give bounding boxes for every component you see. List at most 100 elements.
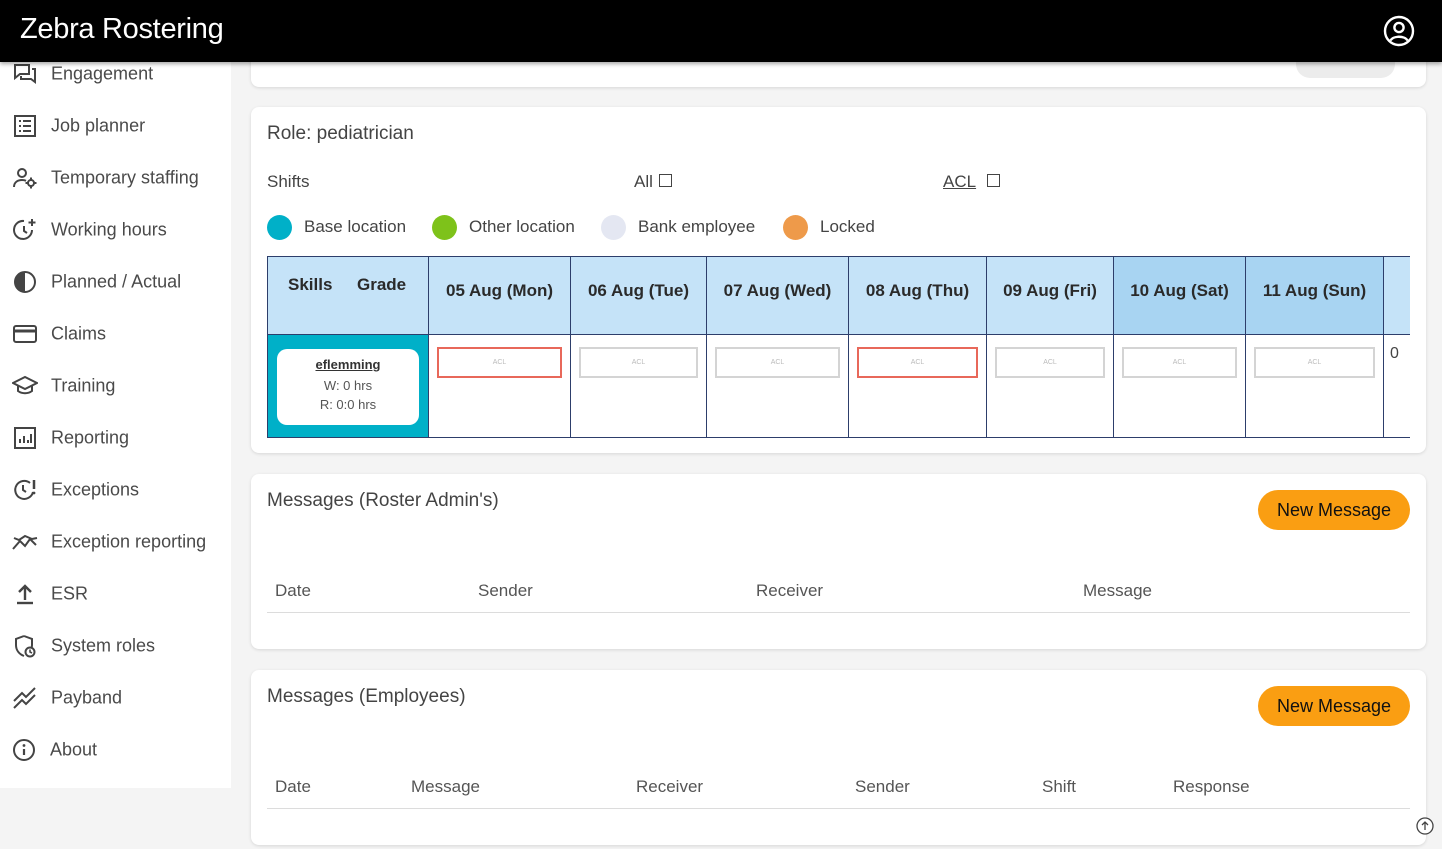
shift-slot[interactable]: ACL — [579, 347, 698, 378]
sidebar-item-exceptions[interactable]: Exceptions — [0, 464, 231, 516]
employee-cell: eflemming W: 0 hrs R: 0:0 hrs — [268, 335, 429, 437]
exceptions-icon — [12, 477, 38, 503]
all-checkbox[interactable] — [659, 174, 672, 187]
sidebar-item-payband[interactable]: Payband — [0, 672, 231, 724]
legend-label: Other location — [469, 217, 575, 236]
sidebar-item-training[interactable]: Training — [0, 360, 231, 412]
engagement-icon — [12, 61, 38, 87]
sidebar-item-label: Job planner — [51, 115, 146, 136]
sidebar-item-claims[interactable]: Claims — [0, 308, 231, 360]
shift-slot[interactable]: ACL — [715, 347, 840, 378]
day-header-label: 10 Aug (Sat) — [1130, 281, 1229, 300]
column-header-date[interactable]: Date — [275, 581, 311, 601]
base-location-dot — [267, 215, 292, 240]
column-header-sender[interactable]: Sender — [855, 777, 910, 797]
job-planner-icon — [12, 113, 38, 139]
training-icon — [10, 373, 40, 399]
employee-name-link[interactable]: eflemming — [277, 357, 419, 372]
column-header-date[interactable]: Date — [275, 777, 311, 797]
app-header: Zebra Rostering — [0, 0, 1442, 62]
claims-icon — [12, 321, 38, 347]
shift-cell: ACL — [571, 335, 707, 437]
sidebar-item-label: Payband — [51, 687, 123, 708]
esr-icon — [12, 581, 38, 607]
sidebar-item-label: About — [50, 739, 98, 760]
sidebar-item-system-roles[interactable]: System roles — [0, 620, 231, 672]
employee-new-message-button[interactable]: New Message — [1258, 686, 1410, 726]
column-header-response[interactable]: Response — [1173, 777, 1250, 797]
shift-slot[interactable]: ACL — [437, 347, 562, 378]
sidebar-item-label: Planned / Actual — [51, 271, 182, 292]
legend-label: Base location — [304, 217, 407, 236]
acl-checkbox[interactable] — [987, 174, 1000, 187]
column-header-shift[interactable]: Shift — [1042, 777, 1076, 797]
locked-dot — [783, 215, 808, 240]
legend-label: Bank employee — [638, 217, 756, 236]
shift-cell: ACL — [707, 335, 849, 437]
roster-grid: Skills Grade 05 Aug (Mon) 06 Aug (Tue) 0… — [267, 256, 1410, 438]
sidebar-item-label: Exceptions — [51, 479, 140, 500]
day-header: 05 Aug (Mon) — [429, 257, 571, 335]
shift-slot[interactable]: ACL — [1122, 347, 1237, 378]
system-roles-icon — [12, 633, 38, 659]
column-header-message[interactable]: Message — [411, 777, 480, 797]
sidebar-item-esr[interactable]: ESR — [0, 568, 231, 620]
sidebar: Engagement Job planner Temporary staffin… — [0, 62, 231, 788]
employee-messages-card: Messages (Employees) New Message Date Me… — [251, 670, 1426, 845]
grade-header: Grade — [357, 275, 407, 294]
day-header-label: 06 Aug (Tue) — [587, 281, 690, 300]
role-title: Role: pediatrician — [267, 123, 414, 144]
table-divider — [267, 612, 1410, 613]
temporary-staffing-icon — [12, 165, 38, 191]
shift-cell: ACL — [1114, 335, 1246, 437]
scroll-to-top-icon[interactable] — [1416, 817, 1434, 835]
reporting-icon — [12, 425, 38, 451]
sidebar-item-working-hours[interactable]: Working hours — [0, 204, 231, 256]
shift-cell: ACL — [987, 335, 1114, 437]
day-header: 07 Aug (Wed) — [707, 257, 849, 335]
total-cell: 0 — [1384, 335, 1410, 437]
shift-slot[interactable]: ACL — [1254, 347, 1375, 378]
day-header-label: 07 Aug (Wed) — [723, 281, 832, 300]
table-divider — [267, 808, 1410, 809]
sidebar-item-job-planner[interactable]: Job planner — [0, 100, 231, 152]
sidebar-item-exception-reporting[interactable]: Exception reporting — [0, 516, 231, 568]
sidebar-item-label: Training — [51, 375, 116, 396]
total-header — [1384, 257, 1410, 335]
shift-slot[interactable]: ACL — [995, 347, 1105, 378]
sidebar-item-reporting[interactable]: Reporting — [0, 412, 231, 464]
legend-label: Locked — [820, 217, 875, 236]
day-header-label: 11 Aug (Sun) — [1262, 281, 1367, 300]
column-header-receiver[interactable]: Receiver — [636, 777, 703, 797]
sidebar-item-about[interactable]: About — [0, 724, 231, 776]
sidebar-item-label: Reporting — [51, 427, 130, 448]
employee-rostered-hours: R: 0:0 hrs — [319, 397, 377, 412]
sidebar-item-label: System roles — [51, 635, 156, 656]
skills-header: Skills — [288, 275, 333, 294]
admin-new-message-button[interactable]: New Message — [1258, 490, 1410, 530]
other-location-dot — [432, 215, 457, 240]
column-header-message[interactable]: Message — [1083, 581, 1152, 601]
employee-worked-hours: W: 0 hrs — [323, 378, 373, 393]
column-header-receiver[interactable]: Receiver — [756, 581, 823, 601]
shift-cell: ACL — [1246, 335, 1384, 437]
exception-reporting-icon — [12, 529, 38, 555]
shift-slot[interactable]: ACL — [857, 347, 978, 378]
shift-cell: ACL — [849, 335, 987, 437]
about-icon — [12, 737, 38, 763]
app-title: Zebra Rostering — [20, 13, 224, 45]
total-value: 0 — [1390, 345, 1399, 362]
day-header: 11 Aug (Sun) — [1246, 257, 1384, 335]
shift-cell: ACL — [429, 335, 571, 437]
shifts-label: Shifts — [267, 172, 310, 191]
acl-link[interactable]: ACL — [943, 172, 976, 192]
sidebar-item-planned-actual[interactable]: Planned / Actual — [0, 256, 231, 308]
sidebar-item-label: Exception reporting — [51, 531, 207, 552]
all-label: All — [634, 172, 653, 191]
account-icon[interactable] — [1382, 14, 1416, 48]
sidebar-item-temporary-staffing[interactable]: Temporary staffing — [0, 152, 231, 204]
column-header-sender[interactable]: Sender — [478, 581, 533, 601]
admin-messages-title: Messages (Roster Admin's) — [267, 490, 499, 511]
day-header: 09 Aug (Fri) — [987, 257, 1114, 335]
sidebar-item-label: ESR — [51, 583, 89, 604]
